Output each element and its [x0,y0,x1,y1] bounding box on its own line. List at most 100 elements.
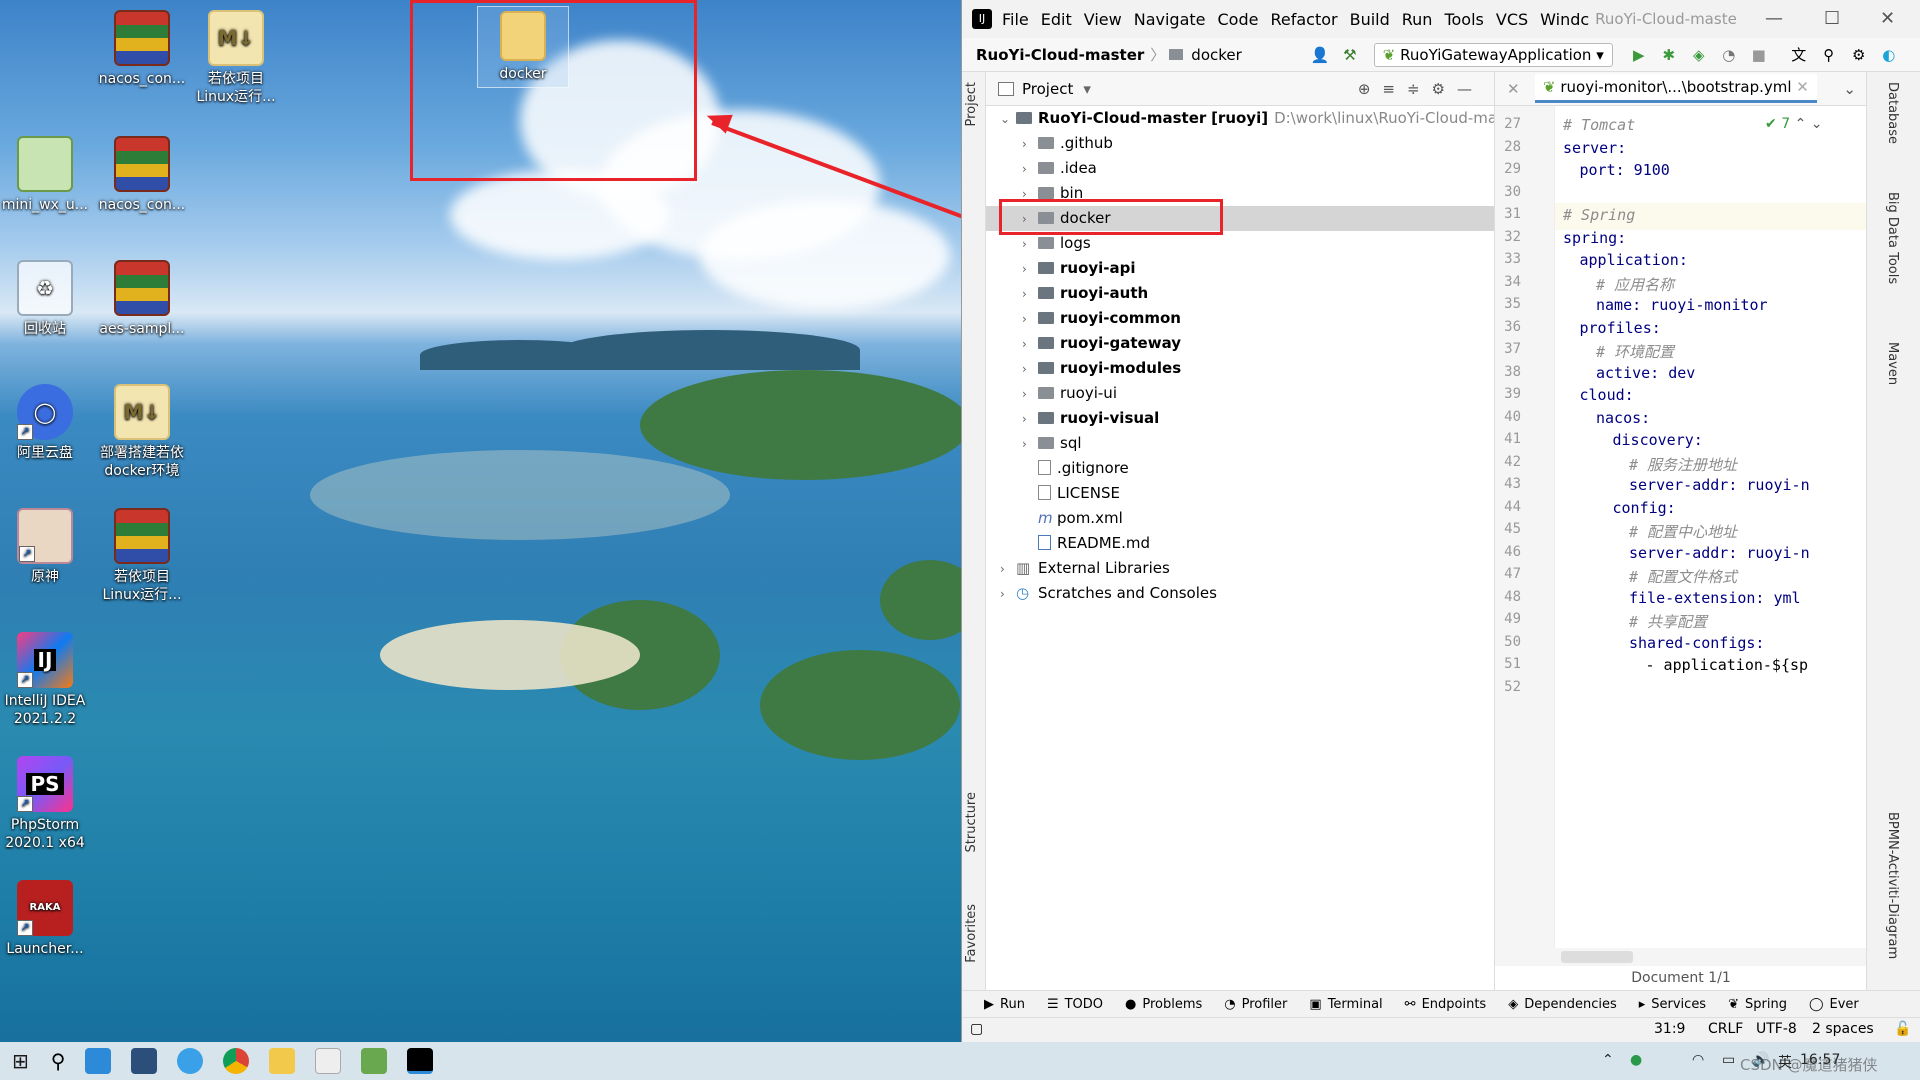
chevron-right-icon[interactable]: › [1022,282,1038,307]
menu-file[interactable]: File [1002,10,1029,29]
desktop-icon-launcher[interactable]: RAKA ↗ Launcher... [0,880,90,958]
chrome-icon[interactable] [223,1048,250,1074]
close-icon[interactable]: ✕ [1796,78,1809,96]
menu-code[interactable]: Code [1218,10,1259,29]
tree-item-sql[interactable]: › sql [1022,431,1082,456]
status-line-separator[interactable]: CRLF [1708,1021,1743,1037]
close-tab-icon[interactable]: ✕ [1507,80,1520,98]
desktop-icon-phpstorm[interactable]: PS ↗ PhpStorm 2020.1 x64 [0,756,90,852]
menu-vcs[interactable]: VCS [1496,10,1528,29]
build-hammer-icon[interactable]: ⚒ [1340,45,1360,65]
layout-icon[interactable]: ▢ [970,1021,983,1037]
tool-spring[interactable]: Spring [1745,997,1787,1012]
tree-external-libraries[interactable]: › ▥ External Libraries [1000,556,1170,581]
tool-run[interactable]: Run [1000,997,1025,1012]
chevron-right-icon[interactable]: › [1022,257,1038,282]
chevron-right-icon[interactable]: › [1022,307,1038,332]
plugin-icon[interactable]: ◐ [1879,45,1899,65]
debug-icon[interactable]: ✱ [1659,45,1679,65]
chevron-down-icon[interactable]: ▾ [1083,80,1091,98]
editor-tab-bootstrap[interactable]: ❦ ruoyi-monitor\...\bootstrap.yml ✕ [1535,74,1817,103]
tool-services[interactable]: Services [1651,997,1706,1012]
tool-todo[interactable]: TODO [1065,997,1103,1012]
desktop-icon-nacos-2[interactable]: nacos_con... [97,136,187,214]
wechat-tray-icon[interactable]: ● [1630,1052,1642,1068]
tree-scratches[interactable]: › ◷ Scratches and Consoles [1000,581,1217,606]
chevron-down-icon[interactable]: ⌄ [1811,116,1823,132]
chevron-right-icon[interactable]: › [1022,407,1038,432]
tree-item-ruoyi-ui[interactable]: › ruoyi-ui [1022,381,1117,406]
run-config-select[interactable]: ❦ RuoYiGatewayApplication ▾ [1373,42,1613,67]
chevron-right-icon[interactable]: › [1022,357,1038,382]
inspection-widget[interactable]: ✔ 7 ⌃ ⌄ [1765,116,1822,132]
tool-dependencies[interactable]: Dependencies [1524,997,1617,1012]
chevron-right-icon[interactable]: › [1022,432,1038,457]
notepad-icon[interactable] [361,1048,388,1074]
tree-item-ruoyi-api[interactable]: › ruoyi-api [1022,256,1136,281]
tree-item-github[interactable]: › .github [1022,131,1113,156]
windows-start-icon[interactable]: ⊞ [12,1049,29,1073]
menu-run[interactable]: Run [1402,10,1433,29]
desktop-icon-aliyun-drive[interactable]: ◯ ↗ 阿里云盘 [0,384,90,462]
intellij-taskbar-icon[interactable] [407,1048,434,1074]
tree-item-ruoyi-auth[interactable]: › ruoyi-auth [1022,281,1148,306]
hide-icon[interactable]: — [1457,80,1484,98]
minimize-icon[interactable]: — [1765,8,1783,29]
chevron-up-icon[interactable]: ⌃ [1795,116,1807,132]
tree-item-ruoyi-visual[interactable]: › ruoyi-visual [1022,406,1159,431]
desktop-icon-ruoyi-linux-md[interactable]: M↓ 若依项目 Linux运行... [191,10,281,106]
search-icon[interactable]: ⚲ [51,1049,66,1073]
maximize-icon[interactable]: ☐ [1824,8,1840,29]
breadcrumb-project[interactable]: RuoYi-Cloud-master [976,46,1144,64]
tool-terminal[interactable]: Terminal [1328,997,1383,1012]
stop-icon[interactable]: ■ [1749,45,1769,65]
wifi-icon[interactable]: ◠ [1692,1052,1704,1068]
tool-tab-big-data-tools[interactable]: Big Data Tools [1885,192,1900,284]
battery-icon[interactable]: ▭ [1722,1052,1735,1068]
edge-browser-icon[interactable] [177,1048,204,1074]
expand-all-icon[interactable]: ≡ [1382,80,1407,98]
coverage-icon[interactable]: ◈ [1689,45,1709,65]
tree-item-ruoyi-common[interactable]: › ruoyi-common [1022,306,1181,331]
collapse-all-icon[interactable]: ≑ [1407,80,1432,98]
settings-gear-icon[interactable]: ⚙ [1849,45,1869,65]
tree-item-ruoyi-gateway[interactable]: › ruoyi-gateway [1022,331,1181,356]
profile-icon[interactable]: ◔ [1719,45,1739,65]
tree-item-license[interactable]: LICENSE [1038,481,1120,506]
desktop-icon-mini-wx[interactable]: mini_wx_u... [0,136,90,214]
chevron-right-icon[interactable]: › [1022,157,1038,182]
tree-item-readme-md[interactable]: README.md [1038,531,1150,556]
user-icon[interactable]: 👤 [1310,45,1330,65]
project-panel-title[interactable]: Project [1022,80,1073,98]
status-indent[interactable]: 2 spaces [1812,1021,1874,1037]
desktop-icon-ruoyi-linux-rar[interactable]: 若依项目 Linux运行... [97,508,187,604]
chevron-right-icon[interactable]: › [1022,332,1038,357]
desktop-icon-aes-sample[interactable]: aes-sampl... [97,260,187,338]
app-taskbar-icon[interactable] [131,1048,158,1074]
tree-root[interactable]: ⌄ RuoYi-Cloud-master [ruoyi] D:\work\linux… [1000,106,1526,131]
taskview-icon[interactable] [85,1048,112,1074]
chevron-right-icon[interactable]: › [1022,232,1038,257]
tool-problems[interactable]: Problems [1142,997,1202,1012]
file-explorer-icon[interactable] [269,1048,296,1074]
desktop-icon-nacos-1[interactable]: nacos_con... [97,10,187,88]
menu-edit[interactable]: Edit [1041,10,1072,29]
tree-item-pom-xml[interactable]: m pom.xml [1038,506,1123,531]
tool-tab-database[interactable]: Database [1885,82,1900,144]
desktop-icon-genshin[interactable]: ↗ 原神 [0,508,90,586]
tool-endpoints[interactable]: Endpoints [1422,997,1487,1012]
status-encoding[interactable]: UTF-8 [1756,1021,1797,1037]
typora-icon[interactable] [315,1048,342,1074]
menu-refactor[interactable]: Refactor [1270,10,1337,29]
run-icon[interactable]: ▶ [1629,45,1649,65]
tool-event-log[interactable]: Ever [1830,997,1859,1012]
tool-tab-maven[interactable]: Maven [1885,342,1900,385]
chevron-up-icon[interactable]: ⌃ [1602,1052,1614,1068]
chevron-right-icon[interactable]: › [1000,557,1016,582]
chevron-right-icon[interactable]: › [1022,132,1038,157]
menu-build[interactable]: Build [1350,10,1390,29]
search-icon[interactable]: ⚲ [1819,45,1839,65]
chevron-down-icon[interactable]: ⌄ [1843,80,1856,98]
menu-view[interactable]: View [1084,10,1122,29]
translate-icon[interactable]: 文 [1789,45,1809,65]
